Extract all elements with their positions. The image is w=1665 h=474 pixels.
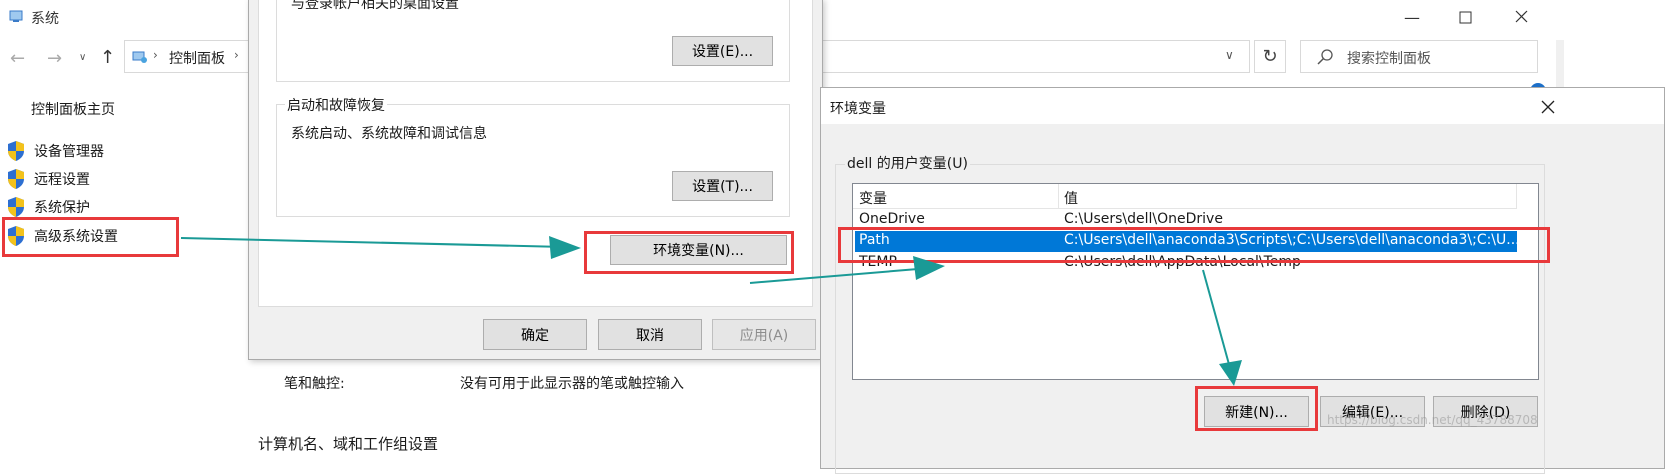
arrow-to-env-button [180, 237, 566, 248]
arrow-to-new-button [1202, 269, 1231, 369]
annotation-arrows [180, 236, 1242, 386]
arrow-head [1219, 360, 1242, 386]
watermark: https://blog.csdn.net/qq_43788708 [1327, 413, 1538, 427]
arrow-to-path-row [749, 267, 931, 284]
arrow-head [913, 256, 945, 280]
arrow-head [549, 236, 581, 259]
